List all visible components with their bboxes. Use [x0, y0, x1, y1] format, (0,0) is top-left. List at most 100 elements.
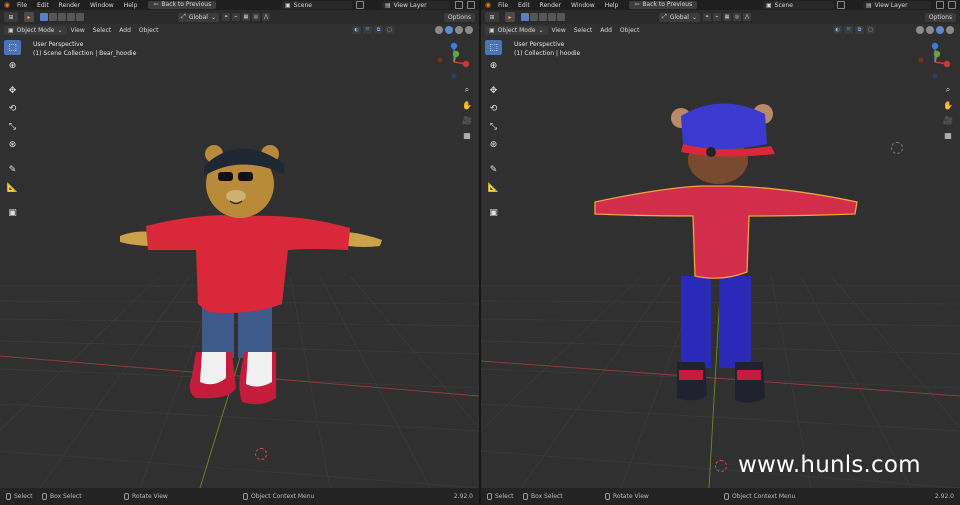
wireframe-shading-icon[interactable] [916, 26, 924, 34]
cursor-icon[interactable]: ⊕ [4, 58, 21, 73]
solid-shading-icon[interactable] [926, 26, 934, 34]
menu-render[interactable]: Render [535, 2, 566, 9]
rotate-icon[interactable]: ⟲ [485, 101, 502, 116]
viewport-menu-view[interactable]: View [548, 27, 570, 34]
annotate-icon[interactable]: ✎ [4, 162, 21, 177]
view-layer-selector[interactable]: ▤ View Layer [863, 1, 931, 9]
viewport-menu-select[interactable]: Select [89, 27, 116, 34]
select-new-icon[interactable] [40, 13, 48, 21]
select-invert-icon[interactable] [548, 13, 556, 21]
snap-icon[interactable]: ⌁ [713, 13, 721, 21]
gizmo-toggle-icon[interactable]: ⤧ [844, 26, 853, 34]
scene-selector[interactable]: ▣ Scene [282, 1, 352, 9]
options-dropdown[interactable]: Options [924, 12, 956, 22]
viewport-menu-object[interactable]: Object [616, 27, 644, 34]
menu-edit[interactable]: Edit [513, 2, 535, 9]
annotate-icon[interactable]: ✎ [485, 162, 502, 177]
proportional-edit-icon[interactable]: ◎ [733, 13, 741, 21]
hoodie-model[interactable] [594, 103, 858, 403]
menu-edit[interactable]: Edit [32, 2, 54, 9]
object-mode-dropdown[interactable]: ▣ Object Mode ⌄ [4, 25, 67, 35]
material-preview-icon[interactable] [936, 26, 944, 34]
select-box-icon[interactable]: ⬚ [485, 40, 502, 55]
remove-view-layer-icon[interactable] [467, 1, 475, 9]
new-scene-icon[interactable] [837, 1, 845, 9]
blender-logo-icon[interactable]: ◉ [2, 0, 12, 10]
menu-render[interactable]: Render [54, 2, 85, 9]
grid-ortho-icon[interactable]: ▦ [942, 129, 954, 141]
cursor-icon[interactable]: ⊕ [485, 58, 502, 73]
zoom-icon[interactable]: ⌕ [942, 84, 954, 96]
viewport-menu-add[interactable]: Add [596, 27, 616, 34]
visibility-icon[interactable]: ◐ [833, 26, 842, 34]
new-view-layer-icon[interactable] [936, 1, 944, 9]
proportional-edit-icon[interactable]: ◎ [252, 13, 260, 21]
viewport-menu-select[interactable]: Select [570, 27, 597, 34]
transform-orientation-dropdown[interactable]: ⤢ Global ⌄ [178, 12, 219, 22]
falloff-icon[interactable]: ⋀ [743, 13, 751, 21]
snap-icon[interactable]: ⌁ [232, 13, 240, 21]
camera-icon[interactable]: 🎥 [461, 114, 473, 126]
back-to-previous-button[interactable]: ⇦ Back to Previous [629, 1, 698, 9]
xray-toggle-icon[interactable]: ▢ [385, 26, 394, 34]
snap-target-icon[interactable]: ▦ [242, 13, 250, 21]
blender-logo-icon[interactable]: ◉ [483, 0, 493, 10]
menu-window[interactable]: Window [566, 2, 600, 9]
view-layer-selector[interactable]: ▤ View Layer [382, 1, 450, 9]
3d-cursor-icon[interactable] [715, 460, 727, 472]
camera-icon[interactable]: 🎥 [942, 114, 954, 126]
navigation-gizmo[interactable] [434, 40, 470, 80]
viewport-menu-object[interactable]: Object [135, 27, 163, 34]
options-dropdown[interactable]: Options [443, 12, 475, 22]
viewport-menu-add[interactable]: Add [115, 27, 135, 34]
menu-help[interactable]: Help [600, 2, 624, 9]
select-extend-icon[interactable] [49, 13, 57, 21]
bear-hoodie-model[interactable] [120, 145, 382, 405]
xray-toggle-icon[interactable]: ▢ [866, 26, 875, 34]
solid-shading-icon[interactable] [445, 26, 453, 34]
falloff-icon[interactable]: ⋀ [262, 13, 270, 21]
3d-cursor-icon[interactable] [255, 448, 267, 460]
overlay-toggle-icon[interactable]: ⧉ [374, 26, 383, 34]
back-to-previous-button[interactable]: ⇦ Back to Previous [148, 1, 217, 9]
snap-target-icon[interactable]: ▦ [723, 13, 731, 21]
3d-viewport[interactable]: User Perspective (1) Collection | hoodie [481, 36, 960, 488]
menu-file[interactable]: File [12, 2, 32, 9]
select-invert-icon[interactable] [67, 13, 75, 21]
add-cube-icon[interactable]: ▣ [4, 205, 21, 220]
hand-pan-icon[interactable]: ✋ [461, 99, 473, 111]
new-view-layer-icon[interactable] [455, 1, 463, 9]
gizmo-toggle-icon[interactable]: ⤧ [363, 26, 372, 34]
editor-type-icon[interactable]: ⊞ [485, 12, 499, 22]
menu-help[interactable]: Help [119, 2, 143, 9]
rendered-shading-icon[interactable] [465, 26, 473, 34]
grid-ortho-icon[interactable]: ▦ [461, 129, 473, 141]
overlay-toggle-icon[interactable]: ⧉ [855, 26, 864, 34]
active-tool-icon[interactable]: ▸ [24, 12, 34, 22]
rotate-icon[interactable]: ⟲ [4, 101, 21, 116]
active-tool-icon[interactable]: ▸ [505, 12, 515, 22]
menu-file[interactable]: File [493, 2, 513, 9]
select-subtract-icon[interactable] [539, 13, 547, 21]
object-mode-dropdown[interactable]: ▣ Object Mode ⌄ [485, 25, 548, 35]
scene-selector[interactable]: ▣ Scene [763, 1, 833, 9]
select-box-icon[interactable]: ⬚ [4, 40, 21, 55]
viewport-menu-view[interactable]: View [67, 27, 89, 34]
select-intersect-icon[interactable] [557, 13, 565, 21]
zoom-icon[interactable]: ⌕ [461, 84, 473, 96]
3d-viewport[interactable]: User Perspective (1) Scene Collection | … [0, 36, 479, 488]
transform-icon[interactable]: ⊛ [4, 137, 21, 152]
scale-icon[interactable]: ⤡ [485, 119, 502, 134]
wireframe-shading-icon[interactable] [435, 26, 443, 34]
move-icon[interactable]: ✥ [4, 83, 21, 98]
measure-icon[interactable]: 📐 [485, 180, 502, 195]
new-scene-icon[interactable] [356, 1, 364, 9]
select-subtract-icon[interactable] [58, 13, 66, 21]
visibility-icon[interactable]: ◐ [352, 26, 361, 34]
add-cube-icon[interactable]: ▣ [485, 205, 502, 220]
pivot-icon[interactable]: ⚭ [222, 13, 230, 21]
menu-window[interactable]: Window [85, 2, 119, 9]
move-icon[interactable]: ✥ [485, 83, 502, 98]
transform-icon[interactable]: ⊛ [485, 137, 502, 152]
measure-icon[interactable]: 📐 [4, 180, 21, 195]
